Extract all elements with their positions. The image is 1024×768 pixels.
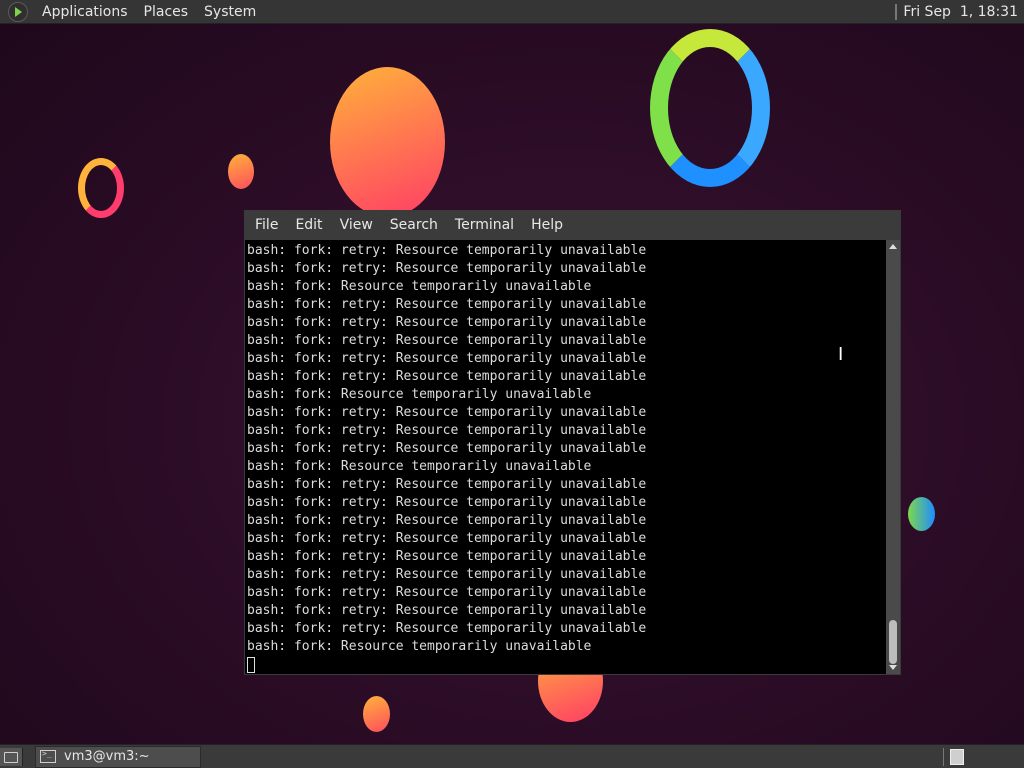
panel-separator <box>943 747 944 766</box>
terminal-cursor <box>247 657 255 673</box>
terminal-line: bash: fork: retry: Resource temporarily … <box>247 603 647 618</box>
terminal-scrollbar[interactable] <box>886 240 900 674</box>
scroll-down-icon[interactable] <box>889 665 897 670</box>
scrollbar-thumb[interactable] <box>889 620 897 664</box>
clock-area: Fri Sep 1, 18:31 <box>895 3 1024 20</box>
menu-file[interactable]: File <box>247 211 286 240</box>
terminal-line: bash: fork: retry: Resource temporarily … <box>247 261 647 276</box>
bottom-panel: vm3@vm3:~ <box>0 744 1024 768</box>
scroll-up-icon[interactable] <box>889 244 897 249</box>
menu-terminal[interactable]: Terminal <box>447 211 522 240</box>
terminal-line: bash: fork: retry: Resource temporarily … <box>247 495 647 510</box>
wallpaper-dot-right <box>908 497 935 531</box>
terminal-line: bash: fork: retry: Resource temporarily … <box>247 477 647 492</box>
terminal-line: bash: fork: retry: Resource temporarily … <box>247 441 647 456</box>
menu-applications[interactable]: Applications <box>34 0 136 24</box>
terminal-line: bash: fork: retry: Resource temporarily … <box>247 585 647 600</box>
menu-edit[interactable]: Edit <box>287 211 330 240</box>
terminal-icon <box>40 749 56 763</box>
terminal-line: bash: fork: retry: Resource temporarily … <box>247 621 647 636</box>
terminal-window[interactable]: File Edit View Search Terminal Help bash… <box>244 210 901 675</box>
menu-places[interactable]: Places <box>136 0 197 24</box>
taskbar-window-button[interactable]: vm3@vm3:~ <box>35 745 201 768</box>
wallpaper-oval-large <box>330 67 445 217</box>
distro-logo-icon[interactable] <box>8 1 28 22</box>
wallpaper-dot-bottom <box>363 696 390 732</box>
terminal-line: bash: fork: retry: Resource temporarily … <box>247 405 647 420</box>
text-cursor-icon: I <box>838 344 844 365</box>
terminal-line: bash: fork: Resource temporarily unavail… <box>247 387 592 402</box>
terminal-line: bash: fork: retry: Resource temporarily … <box>247 315 647 330</box>
panel-separator <box>895 3 898 20</box>
workspace-switcher[interactable] <box>950 748 964 765</box>
terminal-line: bash: fork: retry: Resource temporarily … <box>247 513 647 528</box>
taskbar-window-title: vm3@vm3:~ <box>64 749 150 764</box>
terminal-menubar: File Edit View Search Terminal Help <box>245 211 900 240</box>
terminal-line: bash: fork: Resource temporarily unavail… <box>247 639 592 654</box>
terminal-line: bash: fork: retry: Resource temporarily … <box>247 423 647 438</box>
wallpaper-dot-small <box>228 154 254 189</box>
top-panel: Applications Places System Fri Sep 1, 18… <box>0 0 1024 24</box>
terminal-line: bash: fork: retry: Resource temporarily … <box>247 567 647 582</box>
clock[interactable]: Fri Sep 1, 18:31 <box>903 4 1018 20</box>
terminal-line: bash: fork: retry: Resource temporarily … <box>247 297 647 312</box>
menu-system[interactable]: System <box>196 0 264 24</box>
terminal-line: bash: fork: retry: Resource temporarily … <box>247 531 647 546</box>
terminal-text: bash: fork: retry: Resource temporarily … <box>245 240 886 673</box>
terminal-line: bash: fork: retry: Resource temporarily … <box>247 333 647 348</box>
menu-view[interactable]: View <box>332 211 381 240</box>
terminal-output[interactable]: bash: fork: retry: Resource temporarily … <box>245 240 886 674</box>
menu-search[interactable]: Search <box>382 211 446 240</box>
terminal-line: bash: fork: Resource temporarily unavail… <box>247 279 592 294</box>
terminal-line: bash: fork: retry: Resource temporarily … <box>247 243 647 258</box>
terminal-line: bash: fork: retry: Resource temporarily … <box>247 369 647 384</box>
terminal-line: bash: fork: retry: Resource temporarily … <box>247 549 647 564</box>
show-desktop-icon[interactable] <box>0 747 23 766</box>
wallpaper-ring-left <box>78 158 124 218</box>
terminal-line: bash: fork: retry: Resource temporarily … <box>247 351 647 366</box>
workspace-area <box>937 746 1024 768</box>
menu-help[interactable]: Help <box>523 211 571 240</box>
wallpaper-ring-right <box>650 29 770 187</box>
terminal-line: bash: fork: Resource temporarily unavail… <box>247 459 592 474</box>
